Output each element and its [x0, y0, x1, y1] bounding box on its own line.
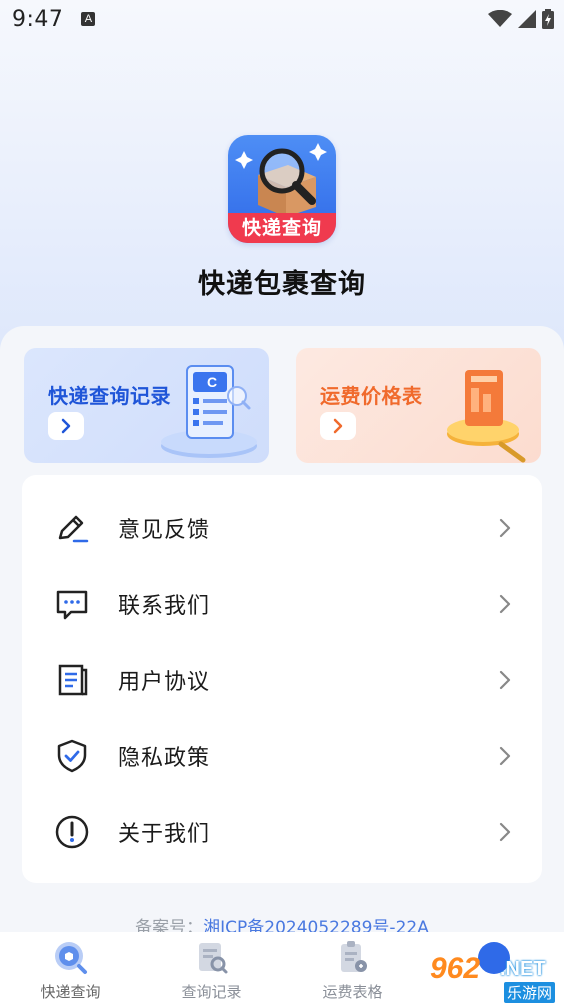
- document-illustration-icon: C: [161, 365, 257, 458]
- status-icons: [488, 9, 554, 29]
- tab-query-records[interactable]: 查询记录: [141, 932, 282, 1004]
- menu-item-label: 隐私政策: [118, 746, 211, 771]
- tab-label: 运费表格: [322, 983, 383, 1001]
- chevron-right-icon: [499, 670, 511, 690]
- chevron-right-icon: [499, 518, 511, 538]
- watermark-net: .NET: [500, 958, 546, 980]
- menu-item-privacy[interactable]: 隐私政策: [22, 721, 542, 791]
- battery-icon: [542, 9, 554, 29]
- wifi-icon: [488, 10, 512, 27]
- card-query-records[interactable]: 快递查询记录 C: [24, 348, 269, 463]
- app-logo: 快递查询: [228, 135, 336, 243]
- edit-icon: [58, 515, 89, 543]
- chevron-right-icon: [499, 594, 511, 614]
- chevron-right-icon: [61, 418, 71, 434]
- tab-label: 查询记录: [181, 983, 242, 1001]
- tab-freight-table[interactable]: 运费表格: [282, 932, 423, 1004]
- package-magnifier-icon: [235, 143, 327, 215]
- package-search-icon: [54, 942, 87, 974]
- chevron-right-icon: [333, 418, 343, 434]
- fee-table-icon: [340, 941, 367, 972]
- menu-item-about[interactable]: 关于我们: [22, 797, 542, 867]
- card-title: 运费价格表: [320, 384, 423, 408]
- menu-item-contact[interactable]: 联系我们: [22, 569, 542, 639]
- app-logo-banner: 快递查询: [228, 213, 336, 243]
- watermark-cn: 乐游网: [504, 982, 556, 1003]
- tab-label: 快递查询: [40, 983, 101, 1001]
- chat-icon: [56, 590, 88, 620]
- site-watermark: 962 .NET 乐游网: [424, 946, 564, 1004]
- signal-icon: [518, 10, 536, 28]
- settings-menu: 意见反馈 联系我们 用户协议 隐私政策 关于我们: [22, 475, 542, 883]
- menu-item-feedback[interactable]: 意见反馈: [22, 493, 542, 563]
- svg-text:C: C: [207, 374, 217, 390]
- tab-express-query[interactable]: 快递查询: [0, 932, 141, 1004]
- menu-item-user-agreement[interactable]: 用户协议: [22, 645, 542, 715]
- watermark-number: 962: [430, 952, 481, 985]
- document-icon: [58, 664, 88, 696]
- status-time: 9:47: [12, 6, 64, 32]
- card-freight-prices[interactable]: 运费价格表: [296, 348, 541, 463]
- record-icon: [198, 943, 227, 974]
- chevron-right-icon: [499, 746, 511, 766]
- shield-check-icon: [57, 739, 87, 773]
- menu-item-label: 意见反馈: [118, 518, 211, 543]
- accessibility-icon: A: [81, 12, 96, 26]
- price-table-illustration-icon: [447, 370, 526, 463]
- menu-item-label: 联系我们: [118, 594, 211, 619]
- status-bar: 9:47 A: [0, 0, 564, 38]
- menu-item-label: 关于我们: [118, 822, 211, 847]
- app-title: 快递包裹查询: [198, 269, 366, 300]
- card-go-button[interactable]: [320, 412, 356, 440]
- card-go-button[interactable]: [48, 412, 84, 440]
- menu-item-label: 用户协议: [118, 670, 211, 695]
- chevron-right-icon: [499, 822, 511, 842]
- info-icon: [55, 815, 89, 849]
